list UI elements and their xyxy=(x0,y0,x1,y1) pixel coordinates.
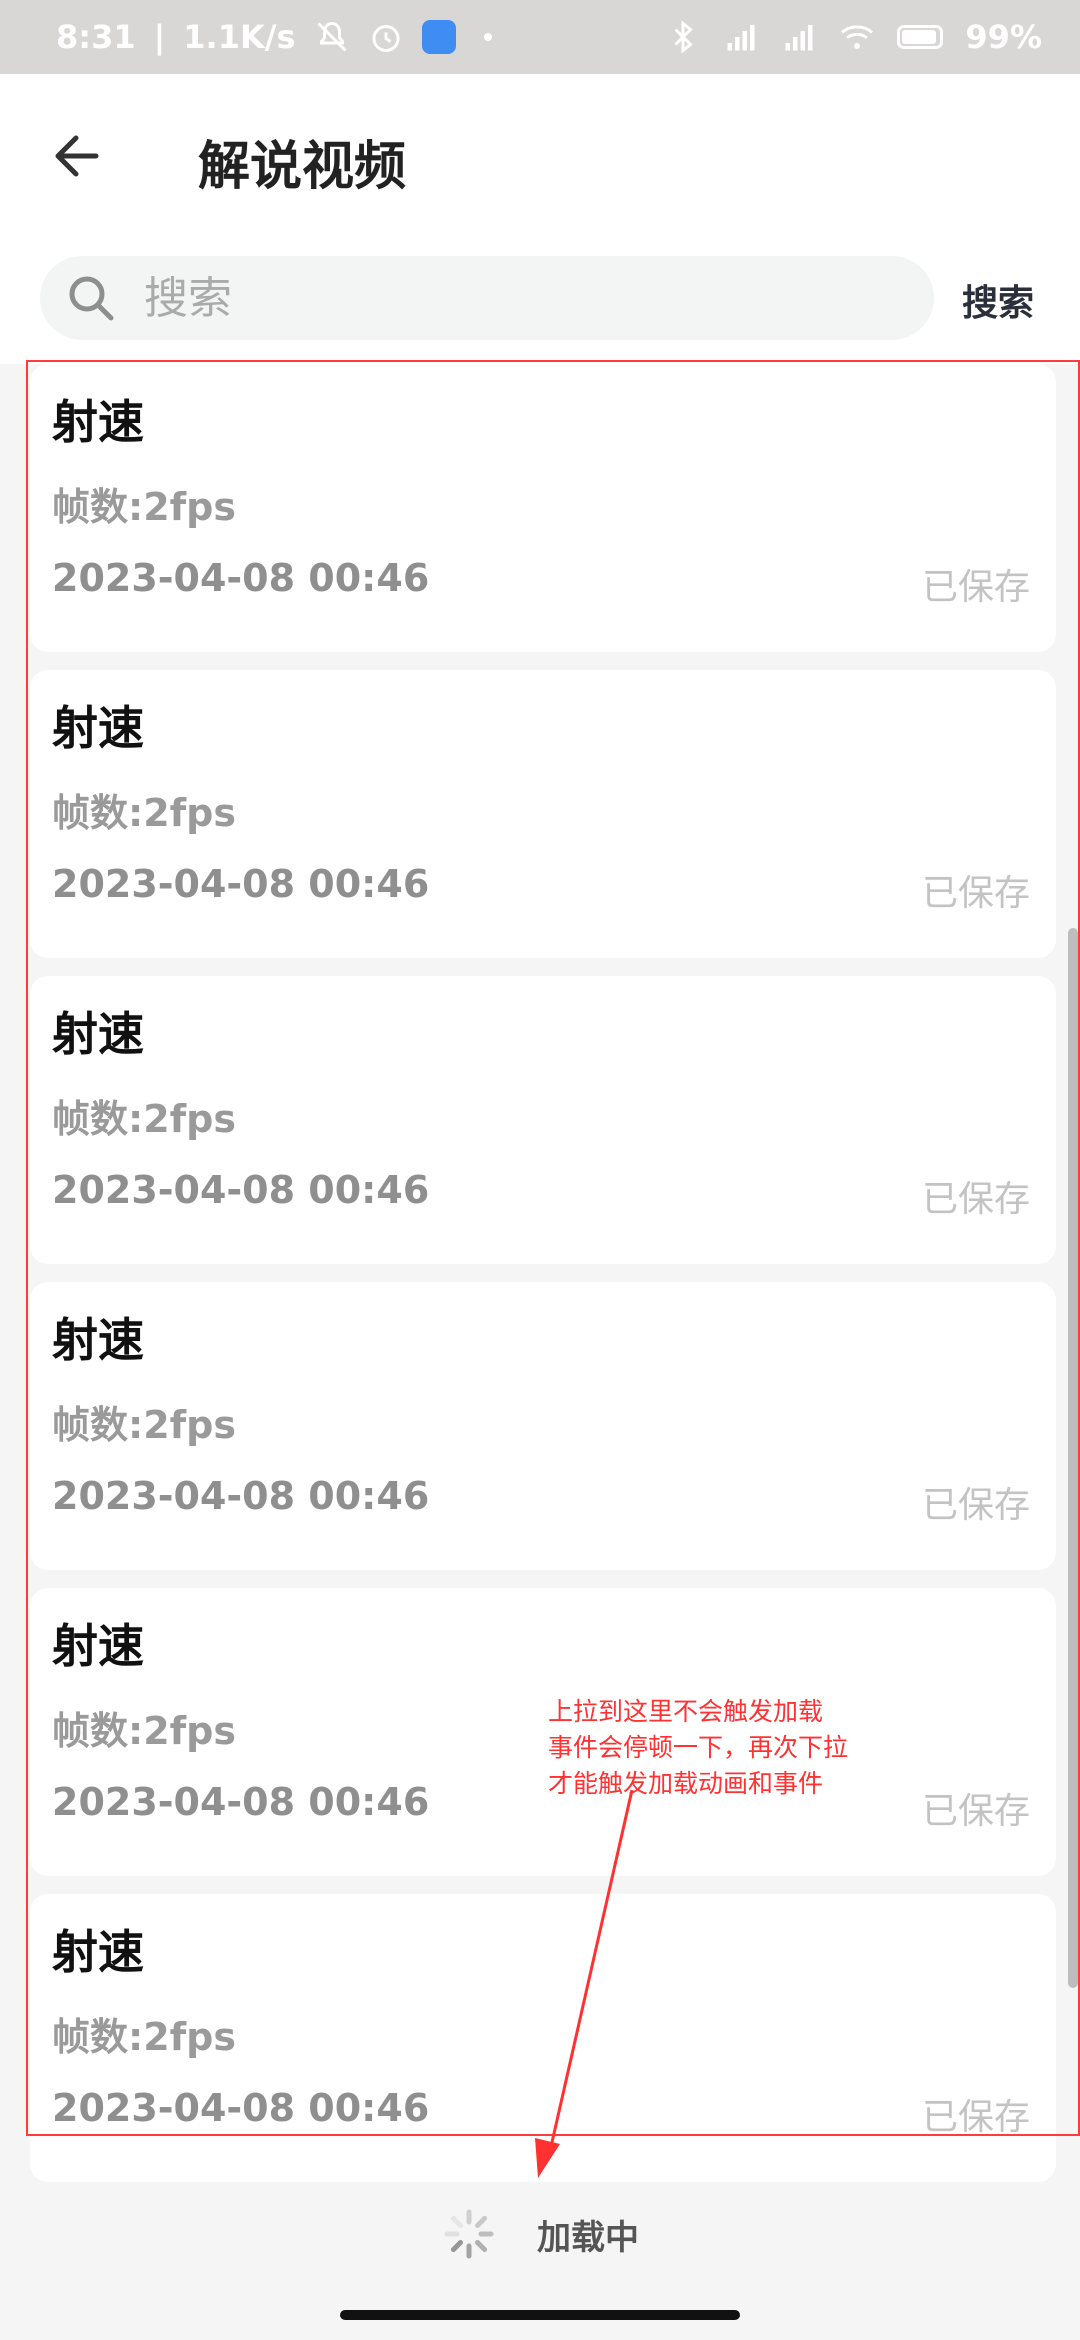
signal-icon xyxy=(727,25,755,51)
app-header: 解说视频 搜索 xyxy=(0,74,1080,364)
item-fps: 帧数:2fps xyxy=(52,1403,236,1447)
loading-spinner-icon xyxy=(444,2209,494,2259)
list-scrollbar[interactable] xyxy=(1068,928,1078,1988)
item-date: 2023-04-08 00:46 xyxy=(52,2086,430,2130)
item-fps: 帧数:2fps xyxy=(52,485,236,529)
wifi-icon xyxy=(841,25,874,49)
notification-dot xyxy=(483,33,492,41)
loading-text: 加载中 xyxy=(537,2217,639,2258)
item-title: 射速 xyxy=(52,395,144,449)
bluetooth-icon xyxy=(674,20,694,54)
item-status: 已保存 xyxy=(921,1179,1030,1220)
status-bar: 8:31 | 1.1K/s 99% xyxy=(0,0,1080,74)
item-date: 2023-04-08 00:46 xyxy=(52,1474,430,1518)
item-status: 已保存 xyxy=(921,567,1030,608)
search-icon xyxy=(69,276,114,321)
search-button[interactable]: 搜索 xyxy=(962,274,1034,326)
signal-hd-icon xyxy=(785,25,813,51)
list-item[interactable]: 射速 帧数:2fps 2023-04-08 00:46 已保存 xyxy=(30,670,1056,958)
item-status: 已保存 xyxy=(921,1791,1030,1832)
status-left: 8:31 | 1.1K/s xyxy=(56,18,492,56)
mute-icon xyxy=(316,21,347,52)
item-fps: 帧数:2fps xyxy=(52,1097,236,1141)
status-time: 8:31 xyxy=(56,18,136,56)
list-item[interactable]: 射速 帧数:2fps 2023-04-08 00:46 已保存 xyxy=(30,364,1056,652)
item-fps: 帧数:2fps xyxy=(52,791,236,835)
loading-footer: 加载中 xyxy=(0,2184,1080,2284)
item-date: 2023-04-08 00:46 xyxy=(52,1780,430,1824)
item-title: 射速 xyxy=(52,701,144,755)
annotation-line: 上拉到这里不会触发加载 xyxy=(548,1697,824,1726)
status-right: 99% xyxy=(665,18,1042,56)
item-date: 2023-04-08 00:46 xyxy=(52,1168,430,1212)
status-separator: | xyxy=(153,18,166,56)
annotation-note: 上拉到这里不会触发加载 事件会停顿一下，再次下拉 才能触发加载动画和事件 xyxy=(548,1694,888,1802)
item-title: 射速 xyxy=(52,1619,144,1673)
battery-icon xyxy=(897,25,944,49)
search-input[interactable] xyxy=(142,271,906,325)
item-title: 射速 xyxy=(52,1007,144,1061)
item-title: 射速 xyxy=(52,1313,144,1367)
battery-percent: 99% xyxy=(965,18,1042,56)
alarm-icon xyxy=(372,25,399,52)
item-date: 2023-04-08 00:46 xyxy=(52,862,430,906)
page-title: 解说视频 xyxy=(198,137,407,197)
home-indicator[interactable] xyxy=(340,2310,740,2320)
annotation-line: 事件会停顿一下，再次下拉 xyxy=(548,1733,849,1762)
list-item[interactable]: 射速 帧数:2fps 2023-04-08 00:46 已保存 xyxy=(30,1588,1056,1876)
item-title: 射速 xyxy=(52,1925,144,1979)
item-fps: 帧数:2fps xyxy=(52,1709,236,1753)
app-badge-icon xyxy=(421,20,456,54)
item-status: 已保存 xyxy=(921,2097,1030,2138)
search-box[interactable] xyxy=(40,256,934,340)
list-item[interactable]: 射速 帧数:2fps 2023-04-08 00:46 已保存 xyxy=(30,1894,1056,2182)
item-status: 已保存 xyxy=(921,873,1030,914)
item-date: 2023-04-08 00:46 xyxy=(52,556,430,600)
list-item[interactable]: 射速 帧数:2fps 2023-04-08 00:46 已保存 xyxy=(30,1282,1056,1570)
list-item[interactable]: 射速 帧数:2fps 2023-04-08 00:46 已保存 xyxy=(30,976,1056,1264)
video-list[interactable]: 射速 帧数:2fps 2023-04-08 00:46 已保存 射速 帧数:2f… xyxy=(0,364,1080,2184)
arrow-left-icon[interactable] xyxy=(48,126,108,186)
network-speed: 1.1K/s xyxy=(183,18,296,56)
item-status: 已保存 xyxy=(921,1485,1030,1526)
item-fps: 帧数:2fps xyxy=(52,2015,236,2059)
annotation-line: 才能触发加载动画和事件 xyxy=(548,1769,824,1798)
